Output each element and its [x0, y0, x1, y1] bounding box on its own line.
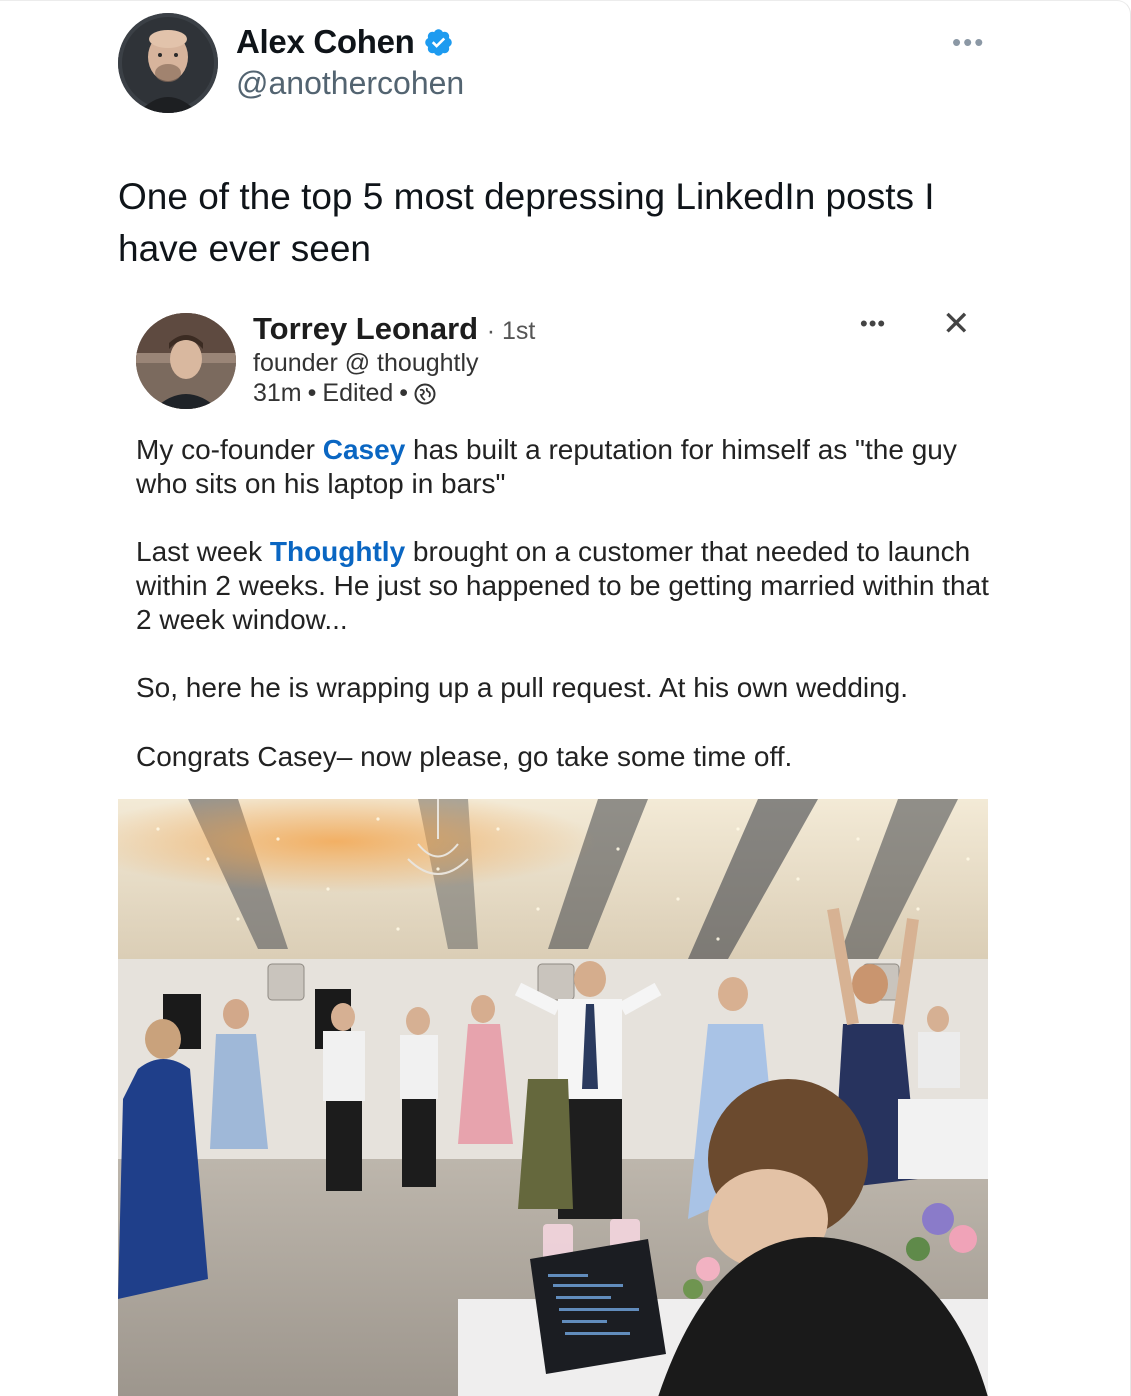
linkedin-post-meta: 31m • Edited •: [253, 379, 436, 408]
tweet-author-name[interactable]: Alex Cohen: [236, 23, 454, 61]
linkedin-more-options-icon[interactable]: •••: [860, 311, 886, 337]
mention-thoughtly[interactable]: Thoughtly: [270, 536, 405, 567]
tweet-text: One of the top 5 most depressing LinkedI…: [118, 176, 935, 269]
meta-separator: •: [307, 379, 317, 407]
tweet-author-avatar[interactable]: [118, 13, 218, 113]
connection-degree: · 1st: [486, 317, 536, 345]
p2-text-a: Last week: [136, 536, 270, 567]
paragraph-1: My co-founder Casey has built a reputati…: [136, 433, 996, 501]
edited-label: Edited: [322, 379, 394, 407]
paragraph-3: So, here he is wrapping up a pull reques…: [136, 672, 909, 703]
tweet-more-options-icon[interactable]: •••: [952, 27, 985, 58]
linkedin-author-name-text[interactable]: Torrey Leonard: [253, 311, 478, 346]
post-time: 31m: [253, 379, 302, 407]
globe-icon: [414, 383, 436, 405]
linkedin-author-headline: founder @ thoughtly: [253, 349, 479, 377]
verified-badge-icon: [423, 27, 454, 58]
linkedin-post-body: My co-founder Casey has built a reputati…: [136, 433, 996, 808]
paragraph-2: Last week Thoughtly brought on a custome…: [136, 535, 996, 637]
meta-separator: •: [399, 379, 409, 407]
wedding-photo[interactable]: [118, 799, 988, 1396]
tweet-author-name-text[interactable]: Alex Cohen: [236, 23, 415, 61]
linkedin-author-avatar[interactable]: [136, 313, 236, 409]
mention-casey[interactable]: Casey: [323, 434, 406, 465]
close-icon[interactable]: ✕: [942, 307, 971, 341]
p1-text-a: My co-founder: [136, 434, 323, 465]
tweet-card: Alex Cohen @anothercohen ••• One of the …: [0, 0, 1131, 1396]
tweet-author-handle[interactable]: @anothercohen: [236, 65, 464, 102]
linkedin-author-name[interactable]: Torrey Leonard · 1st: [253, 311, 535, 347]
paragraph-4: Congrats Casey– now please, go take some…: [136, 741, 793, 772]
